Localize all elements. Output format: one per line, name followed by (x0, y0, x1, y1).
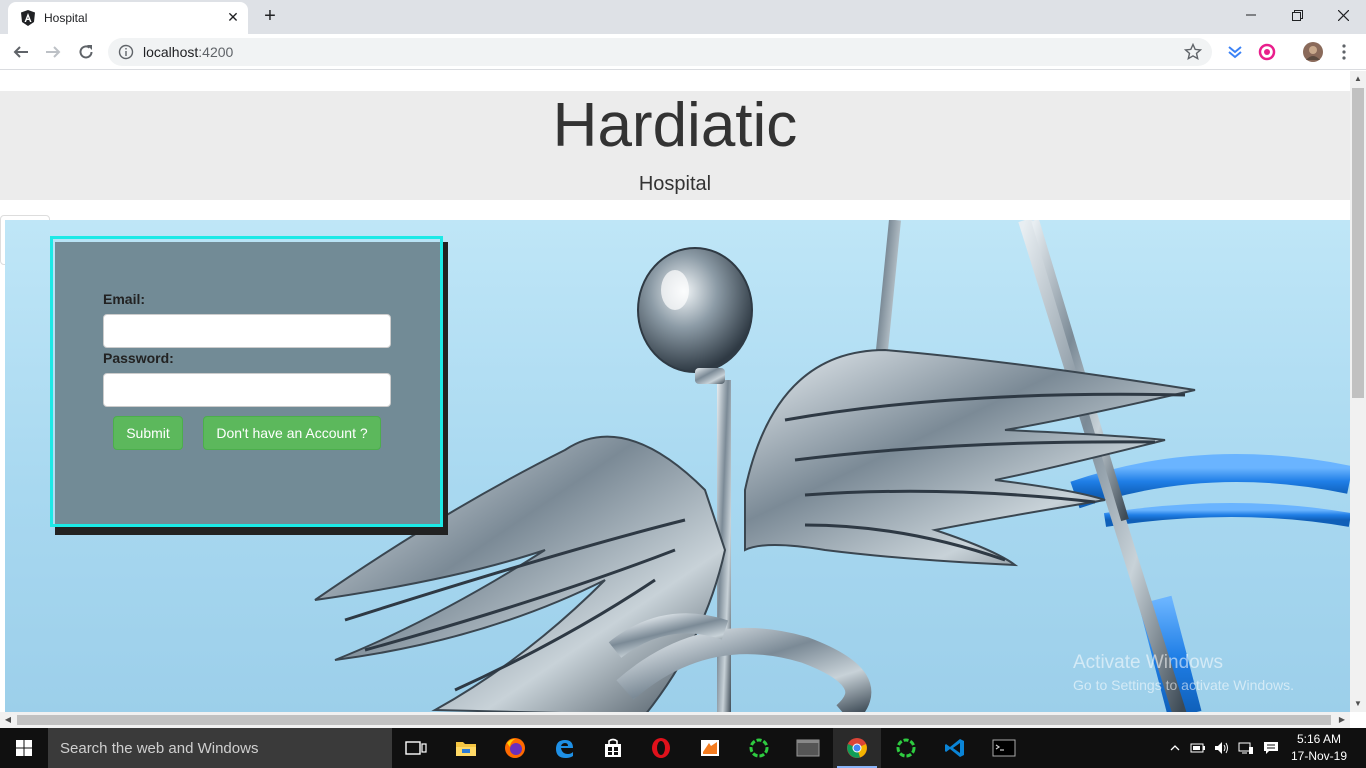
xampp-icon (701, 740, 719, 756)
spinner-app-button[interactable] (735, 728, 783, 768)
arrow-left-icon (13, 46, 28, 58)
network-icon[interactable] (1236, 728, 1256, 768)
task-view-button[interactable] (392, 728, 440, 768)
xampp-button[interactable] (686, 728, 734, 768)
terminal-window-button[interactable] (784, 728, 832, 768)
notification-center-icon[interactable] (1260, 728, 1282, 768)
scroll-left-icon[interactable]: ◀ (0, 712, 16, 728)
submit-button[interactable]: Submit (113, 416, 183, 450)
scroll-right-icon[interactable]: ▶ (1334, 712, 1350, 728)
vscode-icon (945, 739, 964, 757)
spinner-app-icon-2 (896, 738, 916, 758)
clock-date: 17-Nov-19 (1290, 749, 1348, 763)
new-tab-button[interactable]: + (258, 5, 282, 29)
email-label: Email: (103, 291, 146, 307)
brand-subtitle: Hospital (638, 173, 712, 195)
minimize-icon (1246, 14, 1256, 16)
browser-tab-strip: Hospital ✕ + (0, 0, 1366, 34)
back-button[interactable] (9, 40, 33, 64)
task-view-icon (405, 741, 427, 755)
firefox-button[interactable] (491, 728, 539, 768)
store-button[interactable] (589, 728, 637, 768)
windows-logo-icon (16, 740, 32, 756)
tray-overflow-chevron-up-icon[interactable] (1166, 728, 1184, 768)
page-viewport: Hardiatic Hospital Email: Password: Subm… (0, 71, 1366, 728)
reload-button[interactable] (74, 40, 98, 64)
horizontal-scroll-thumb[interactable] (17, 715, 1331, 725)
windows-taskbar: Search the web and Windows 5:16 AM 17-No… (0, 728, 1366, 768)
edge-button[interactable] (540, 728, 588, 768)
address-bar[interactable]: localhost:4200 (108, 38, 1212, 66)
restore-button[interactable] (1274, 0, 1320, 30)
spinner-app-button-2[interactable] (882, 728, 930, 768)
extension-button-1[interactable] (1225, 42, 1245, 62)
avatar-icon (1303, 42, 1323, 62)
firefox-icon (505, 738, 525, 758)
password-label: Password: (103, 350, 174, 366)
scroll-down-icon[interactable]: ▼ (1350, 696, 1366, 712)
activation-watermark-text: Go to Settings to activate Windows. (1073, 677, 1294, 693)
vertical-scrollbar[interactable]: ▲ ▼ (1350, 71, 1366, 712)
login-form: Email: Password: Submit Don't have an Ac… (50, 236, 443, 527)
profile-avatar[interactable] (1302, 41, 1324, 63)
vertical-scroll-thumb[interactable] (1352, 88, 1364, 398)
signup-button[interactable]: Don't have an Account ? (203, 416, 381, 450)
clock-time: 5:16 AM (1296, 732, 1342, 746)
store-icon (605, 738, 621, 757)
tab-close-icon[interactable]: ✕ (224, 8, 242, 26)
taskbar-search-placeholder: Search the web and Windows (60, 740, 259, 757)
file-explorer-button[interactable] (442, 728, 490, 768)
taskbar-search-box[interactable]: Search the web and Windows (48, 728, 392, 768)
spinner-app-icon (749, 738, 769, 758)
star-icon[interactable] (1184, 43, 1202, 61)
chrome-icon (847, 738, 867, 758)
cmd-button[interactable] (980, 728, 1028, 768)
arrow-right-icon (46, 46, 61, 58)
start-button[interactable] (0, 728, 48, 768)
activation-watermark-title: Activate Windows (1073, 652, 1223, 673)
close-icon (1337, 9, 1349, 21)
record-icon (1258, 43, 1276, 61)
extension-button-2[interactable] (1257, 42, 1277, 62)
file-explorer-icon (456, 742, 476, 756)
terminal-window-icon (796, 739, 820, 757)
minimize-button[interactable] (1228, 0, 1274, 30)
taskbar-clock[interactable]: 5:16 AM 17-Nov-19 (1290, 731, 1348, 765)
scroll-up-icon[interactable]: ▲ (1350, 71, 1366, 87)
info-icon[interactable] (118, 44, 134, 60)
close-window-button[interactable] (1320, 0, 1366, 30)
opera-button[interactable] (637, 728, 685, 768)
edge-icon (556, 740, 573, 758)
brand-title: Hardiatic (552, 91, 798, 160)
kebab-menu-icon (1342, 44, 1346, 60)
address-text: localhost:4200 (143, 44, 233, 60)
restore-icon (1291, 9, 1303, 21)
vscode-button[interactable] (931, 728, 979, 768)
chevron-stack-icon (1228, 46, 1242, 59)
browser-toolbar: localhost:4200 (0, 34, 1366, 70)
browser-tab[interactable]: Hospital ✕ (8, 2, 248, 34)
address-host: localhost (143, 44, 199, 60)
chrome-button[interactable] (833, 728, 881, 768)
cmd-icon (992, 739, 1016, 757)
reload-icon (79, 45, 93, 59)
battery-icon[interactable] (1188, 728, 1208, 768)
address-port: :4200 (198, 44, 234, 60)
volume-icon[interactable] (1212, 728, 1232, 768)
opera-icon (652, 738, 670, 758)
angular-icon (21, 10, 35, 26)
menu-button[interactable] (1334, 42, 1354, 62)
forward-button[interactable] (41, 40, 65, 64)
tab-title: Hospital (44, 11, 88, 25)
horizontal-scrollbar[interactable]: ◀ ▶ (0, 712, 1350, 728)
password-field[interactable] (103, 373, 391, 407)
email-field[interactable] (103, 314, 391, 348)
